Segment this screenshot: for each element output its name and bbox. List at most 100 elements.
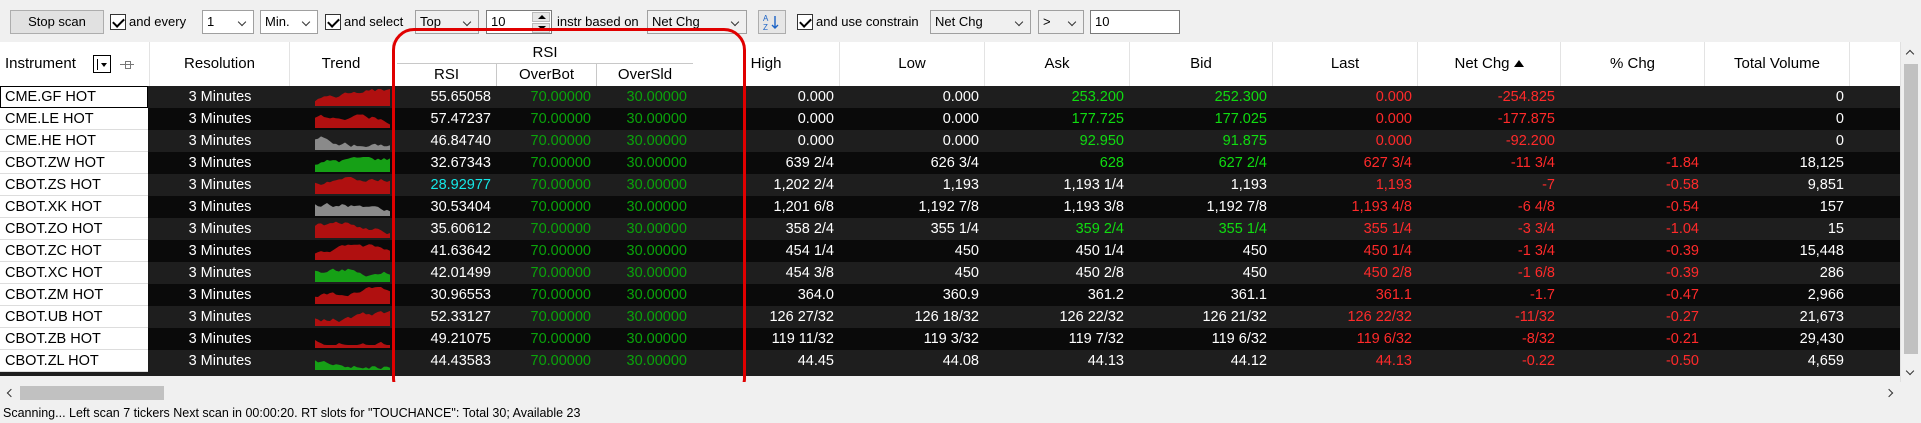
table-row[interactable]: CBOT.ZW HOT 3 Minutes 32.67343 70.00000 30.0… xyxy=(0,152,1900,174)
cell-instrument[interactable]: CBOT.ZC HOT xyxy=(0,240,148,262)
trend-sparkline xyxy=(315,89,390,106)
cell-instrument[interactable]: CME.HE HOT xyxy=(0,130,148,152)
sort-order-button[interactable]: A Z xyxy=(758,10,786,34)
chevron-down-icon xyxy=(300,11,314,33)
constrain-operator-select[interactable]: > xyxy=(1038,10,1084,34)
scan-toolbar: Stop scan and every 1 Min. and select To… xyxy=(0,0,1921,42)
table-row[interactable]: CBOT.ZO HOT 3 Minutes 35.60612 70.00000 30.0… xyxy=(0,218,1900,240)
cell-instrument[interactable]: CBOT.ZM HOT xyxy=(0,284,148,306)
vertical-scrollbar[interactable] xyxy=(1900,42,1921,382)
col-instrument-label: Instrument xyxy=(5,55,76,72)
table-row[interactable]: CBOT.ZS HOT 3 Minutes 28.92977 70.00000 30.0… xyxy=(0,174,1900,196)
cell-overbot: 70.00000 xyxy=(530,287,591,303)
interval-select[interactable]: 1 xyxy=(202,10,254,34)
cell-low: 1,192 7/8 xyxy=(918,199,979,215)
cell-oversld: 30.00000 xyxy=(626,243,687,259)
cell-high: 0.000 xyxy=(797,89,834,105)
col-high-header[interactable]: High xyxy=(693,42,840,86)
col-trend-header[interactable]: Trend xyxy=(290,42,393,86)
col-ask-header[interactable]: Ask xyxy=(985,42,1130,86)
stepper-down-icon[interactable] xyxy=(532,23,550,33)
cell-net-chg: -1.7 xyxy=(1530,287,1555,303)
scroll-down-icon[interactable] xyxy=(1906,368,1914,376)
table-row[interactable]: CME.HE HOT 3 Minutes 46.84740 70.00000 30.00… xyxy=(0,130,1900,152)
cell-instrument[interactable]: CME.GF HOT xyxy=(0,86,148,108)
cell-rsi: 49.21075 xyxy=(430,331,491,347)
cell-instrument[interactable]: CBOT.ZB HOT xyxy=(0,328,148,350)
horizontal-scroll-thumb[interactable] xyxy=(20,386,164,400)
col-resolution-header[interactable]: Resolution xyxy=(150,42,290,86)
cell-resolution: 3 Minutes xyxy=(188,155,252,171)
constrain-field-select[interactable]: Net Chg xyxy=(930,10,1031,34)
cell-low: 626 3/4 xyxy=(930,155,979,171)
select-mode-select[interactable]: Top xyxy=(415,10,479,34)
cell-high: 1,201 6/8 xyxy=(773,199,834,215)
cell-instrument[interactable]: CBOT.ZL HOT xyxy=(0,350,148,372)
cell-rsi: 32.67343 xyxy=(430,155,491,171)
table-row[interactable]: CBOT.XC HOT 3 Minutes 42.01499 70.00000 30.0… xyxy=(0,262,1900,284)
cell-low: 126 18/32 xyxy=(914,309,979,325)
cell-bid: 355 1/4 xyxy=(1218,221,1267,237)
table-row[interactable]: CME.LE HOT 3 Minutes 57.47237 70.00000 30.00… xyxy=(0,108,1900,130)
cell-last: 0.000 xyxy=(1375,89,1412,105)
trend-sparkline xyxy=(315,244,390,260)
table-row[interactable]: CBOT.XK HOT 3 Minutes 30.53404 70.00000 30.0… xyxy=(0,196,1900,218)
cell-net-chg: -8/32 xyxy=(1521,331,1555,347)
cell-instrument[interactable]: CBOT.XC HOT xyxy=(0,262,148,284)
cell-oversld: 30.00000 xyxy=(626,155,687,171)
col-bid-header[interactable]: Bid xyxy=(1130,42,1273,86)
cell-last: 0.000 xyxy=(1375,133,1412,149)
table-row[interactable]: CBOT.ZM HOT 3 Minutes 30.96553 70.00000 30.0… xyxy=(0,284,1900,306)
cell-rsi: 30.96553 xyxy=(430,287,491,303)
count-stepper[interactable]: 10 xyxy=(486,10,552,34)
scroll-right-icon[interactable] xyxy=(1886,389,1894,397)
table-row[interactable]: CBOT.ZB HOT 3 Minutes 49.21075 70.00000 30.0… xyxy=(0,328,1900,350)
cell-instrument[interactable]: CBOT.ZS HOT xyxy=(0,174,148,196)
select-mode-value: Top xyxy=(420,14,441,29)
cell-instrument[interactable]: CBOT.ZO HOT xyxy=(0,218,148,240)
pin-icon[interactable] xyxy=(120,61,134,69)
col-total-volume-header[interactable]: Total Volume xyxy=(1705,42,1850,86)
table-row[interactable]: CBOT.ZC HOT 3 Minutes 41.63642 70.00000 30.0… xyxy=(0,240,1900,262)
use-constrain-checkbox[interactable] xyxy=(797,14,813,30)
table-row[interactable]: CME.GF HOT 3 Minutes 55.65058 70.00000 30.00… xyxy=(0,86,1900,108)
cell-resolution: 3 Minutes xyxy=(188,353,252,369)
chevron-down-icon xyxy=(236,11,250,33)
cell-resolution: 3 Minutes xyxy=(188,199,252,215)
cell-low: 360.9 xyxy=(942,287,979,303)
col-low-header[interactable]: Low xyxy=(840,42,985,86)
filter-icon[interactable] xyxy=(93,55,111,73)
col-overbot-header[interactable]: OverBot xyxy=(497,64,597,86)
col-rsi-header[interactable]: RSI xyxy=(397,64,497,86)
scroll-up-icon[interactable] xyxy=(1906,48,1914,56)
constrain-value-input[interactable]: 10 xyxy=(1090,10,1180,34)
unit-select[interactable]: Min. xyxy=(260,10,318,34)
cell-resolution: 3 Minutes xyxy=(188,309,252,325)
cell-instrument[interactable]: CME.LE HOT xyxy=(0,108,148,130)
table-row[interactable]: CBOT.UB HOT 3 Minutes 52.33127 70.00000 30.0… xyxy=(0,306,1900,328)
and-select-checkbox[interactable] xyxy=(325,14,341,30)
based-on-select[interactable]: Net Chg xyxy=(647,10,747,34)
col-net-chg-header[interactable]: Net Chg xyxy=(1418,42,1561,86)
cell-rsi: 28.92977 xyxy=(430,177,491,193)
scroll-left-icon[interactable] xyxy=(6,389,14,397)
cell-high: 0.000 xyxy=(797,111,834,127)
cell-rsi: 46.84740 xyxy=(430,133,491,149)
col-last-header[interactable]: Last xyxy=(1273,42,1418,86)
cell-instrument[interactable]: CBOT.XK HOT xyxy=(0,196,148,218)
stepper-up-icon[interactable] xyxy=(532,12,550,22)
cell-instrument[interactable]: CBOT.UB HOT xyxy=(0,306,148,328)
cell-pct-chg: -0.50 xyxy=(1665,353,1699,369)
and-every-checkbox[interactable] xyxy=(110,14,126,30)
cell-resolution: 3 Minutes xyxy=(188,243,252,259)
stop-scan-button[interactable]: Stop scan xyxy=(10,10,104,34)
horizontal-scrollbar[interactable] xyxy=(0,382,1900,404)
col-pct-chg-header[interactable]: % Chg xyxy=(1561,42,1705,86)
vertical-scroll-thumb[interactable] xyxy=(1904,64,1918,354)
constrain-value: 10 xyxy=(1095,14,1110,29)
cell-instrument[interactable]: CBOT.ZW HOT xyxy=(0,152,148,174)
col-oversld-header[interactable]: OverSld xyxy=(597,64,693,86)
cell-net-chg: -177.875 xyxy=(1497,111,1555,127)
table-row[interactable]: CBOT.ZL HOT 3 Minutes 44.43583 70.00000 30.0… xyxy=(0,350,1900,372)
cell-high: 358 2/4 xyxy=(785,221,834,237)
